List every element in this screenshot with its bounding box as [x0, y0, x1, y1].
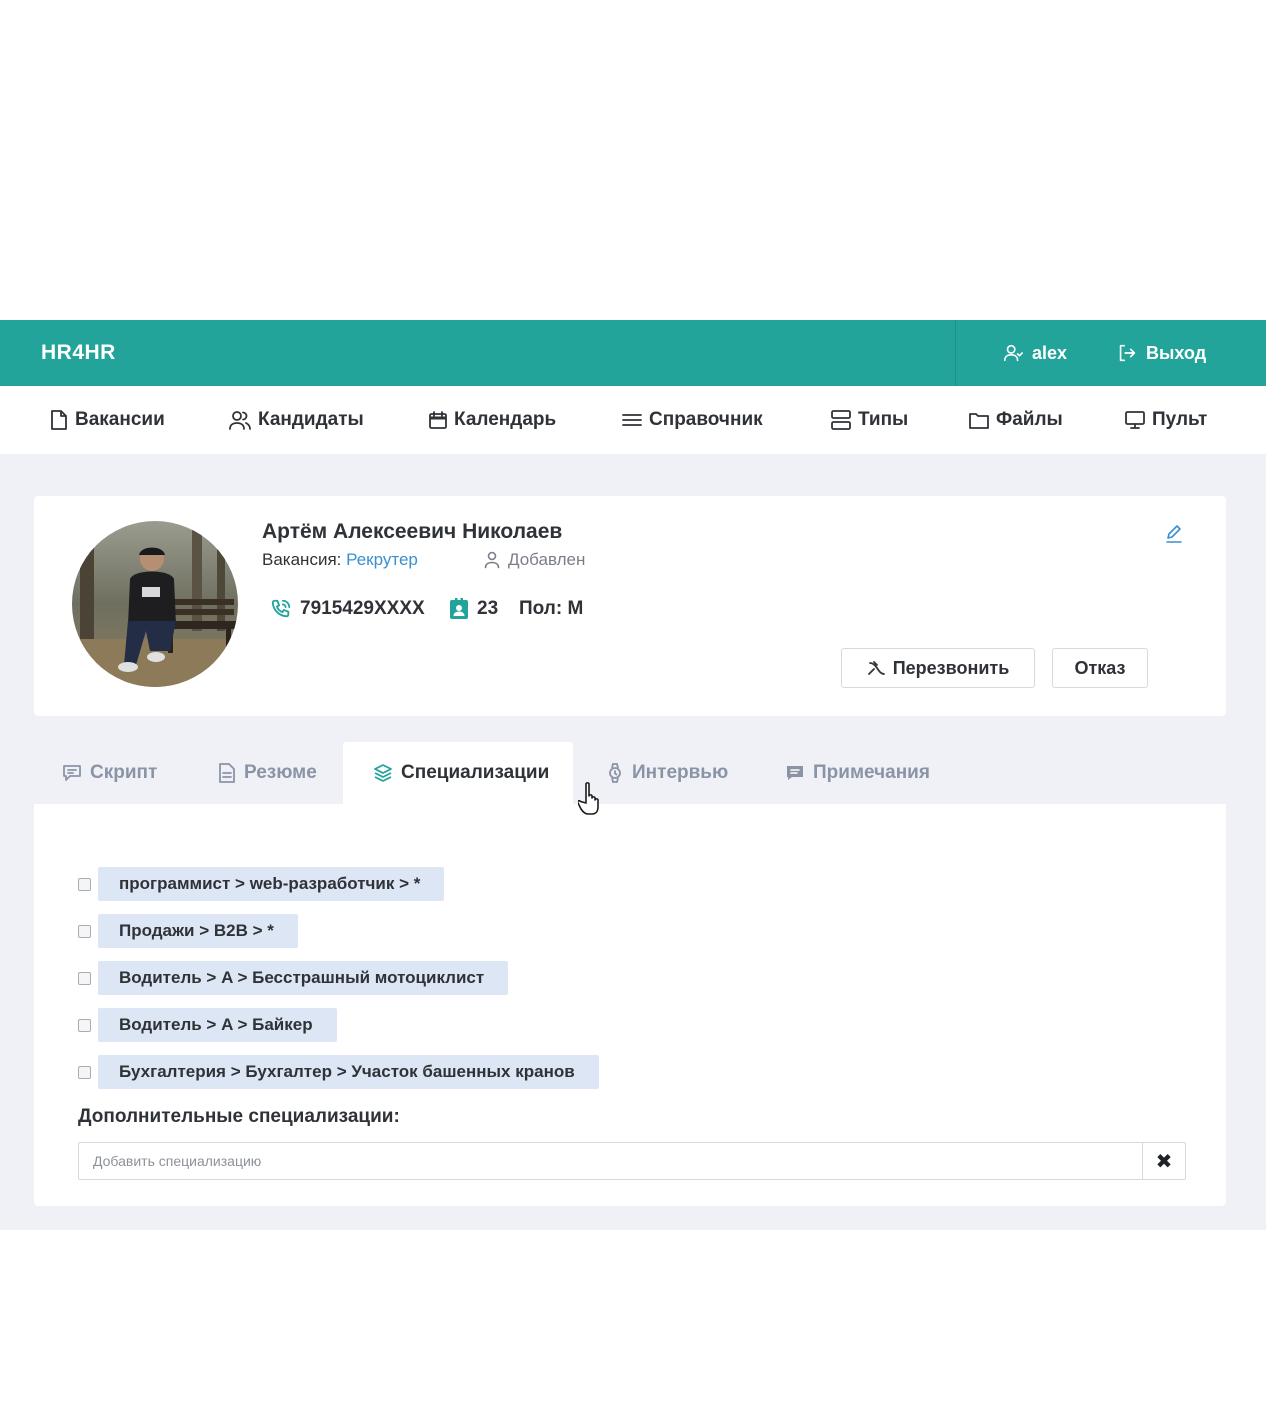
- specialization-checkbox[interactable]: [78, 877, 91, 891]
- list-icon: [621, 410, 643, 430]
- logout-link[interactable]: Выход: [1116, 320, 1206, 386]
- nav-item-vacancies[interactable]: Вакансии: [49, 386, 165, 454]
- status-text: Добавлен: [508, 550, 586, 569]
- specialization-checkbox[interactable]: [78, 1018, 91, 1032]
- server-icon: [830, 409, 852, 431]
- tab-script[interactable]: Скрипт: [62, 742, 157, 804]
- nav-item-dashboard[interactable]: Пульт: [1124, 386, 1207, 454]
- user-name: alex: [1032, 342, 1068, 363]
- nav-item-label: Файлы: [996, 409, 1063, 430]
- document-icon: [49, 409, 69, 431]
- candidate-vacancy: Вакансия: Рекрутер: [262, 550, 418, 570]
- nav-item-files[interactable]: Файлы: [968, 386, 1063, 454]
- candidate-age: 23: [449, 598, 498, 620]
- nav-item-label: Справочник: [649, 409, 763, 430]
- specialization-chip: Бухгалтерия > Бухгалтер > Участок башенн…: [98, 1055, 599, 1089]
- message-square-icon: [785, 764, 805, 782]
- contact-card-icon: [449, 598, 469, 620]
- person-icon: [484, 551, 500, 569]
- phone-icon: [270, 598, 292, 620]
- phone-number: 7915429XXXX: [300, 598, 425, 619]
- nav-item-label: Типы: [858, 409, 909, 430]
- top-bar-divider: [955, 320, 956, 386]
- candidate-avatar: [72, 521, 238, 687]
- brand-logo[interactable]: HR4HR: [41, 320, 116, 386]
- tab-label: Скрипт: [90, 762, 158, 783]
- tab-interview[interactable]: Интервью: [606, 742, 728, 804]
- logout-icon: [1116, 342, 1138, 364]
- close-icon: ✖: [1155, 1150, 1173, 1173]
- nav-item-types[interactable]: Типы: [830, 386, 908, 454]
- watch-icon: [606, 763, 624, 783]
- calendar-icon: [428, 410, 448, 430]
- tab-specializations[interactable]: Специализации: [343, 742, 574, 804]
- candidate-gender: Пол: М: [519, 598, 584, 619]
- specialization-chip: программист > web-разработчик > *: [98, 867, 445, 901]
- specialization-chip: Водитель > A > Бесстрашный мотоциклист: [98, 961, 509, 995]
- monitor-icon: [1124, 409, 1146, 431]
- specialization-item: Водитель > A > Байкер: [78, 1008, 337, 1042]
- specializations-panel: программист > web-разработчик > * Продаж…: [34, 804, 1226, 1206]
- file-text-icon: [218, 763, 236, 783]
- specialization-checkbox[interactable]: [78, 924, 91, 938]
- logout-label: Выход: [1146, 342, 1207, 363]
- clear-input-button[interactable]: ✖: [1142, 1143, 1185, 1179]
- specialization-checkbox[interactable]: [78, 971, 91, 985]
- tab-label: Специализации: [401, 762, 550, 783]
- candidate-card: Артём Алексеевич Николаев Вакансия: Рекр…: [34, 496, 1226, 716]
- nav-item-label: Кандидаты: [258, 409, 364, 430]
- user-icon: [1002, 342, 1024, 364]
- chat-icon: [62, 764, 82, 782]
- pencil-icon: [1164, 524, 1184, 544]
- tab-label: Интервью: [632, 762, 729, 783]
- vacancy-label: Вакансия:: [262, 550, 342, 569]
- nav-item-directory[interactable]: Справочник: [621, 386, 763, 454]
- users-icon: [228, 409, 252, 431]
- reject-button[interactable]: Отказ: [1052, 648, 1148, 688]
- age-value: 23: [477, 598, 499, 619]
- nav-item-label: Пульт: [1152, 409, 1208, 430]
- top-bar: HR4HR alex Выход: [0, 320, 1266, 386]
- candidate-name: Артём Алексеевич Николаев: [262, 520, 563, 543]
- candidate-phone[interactable]: 7915429XXXX: [270, 598, 425, 620]
- add-specialization-input[interactable]: [79, 1143, 1143, 1179]
- specialization-item: Водитель > A > Бесстрашный мотоциклист: [78, 961, 509, 995]
- extra-specializations-label: Дополнительные специализации:: [78, 1106, 400, 1127]
- hand-cursor-icon: [578, 781, 604, 817]
- folder-icon: [968, 410, 990, 430]
- vacancy-link[interactable]: Рекрутер: [346, 550, 418, 569]
- phone-callback-icon: [867, 659, 887, 677]
- layers-icon: [373, 763, 393, 783]
- tab-label: Резюме: [244, 762, 317, 783]
- specialization-item: программист > web-разработчик > *: [78, 867, 445, 901]
- callback-button[interactable]: Перезвонить: [841, 648, 1035, 688]
- specialization-chip: Продажи > B2B > *: [98, 914, 298, 948]
- nav-item-label: Календарь: [454, 409, 557, 430]
- specialization-item: Бухгалтерия > Бухгалтер > Участок башенн…: [78, 1055, 599, 1089]
- tab-resume[interactable]: Резюме: [218, 742, 317, 804]
- specialization-checkbox[interactable]: [78, 1065, 91, 1079]
- callback-label: Перезвонить: [892, 657, 1010, 678]
- main-nav: Вакансии Кандидаты Календарь Справочник …: [0, 386, 1266, 454]
- extra-specializations-field: ✖: [78, 1142, 1186, 1180]
- user-menu-link[interactable]: alex: [1002, 320, 1067, 386]
- nav-item-candidates[interactable]: Кандидаты: [228, 386, 364, 454]
- tab-notes[interactable]: Примечания: [785, 742, 930, 804]
- specialization-item: Продажи > B2B > *: [78, 914, 298, 948]
- nav-item-calendar[interactable]: Календарь: [428, 386, 556, 454]
- reject-label: Отказ: [1074, 657, 1126, 678]
- specialization-chip: Водитель > A > Байкер: [98, 1008, 337, 1042]
- tab-label: Примечания: [813, 762, 930, 783]
- candidate-status: Добавлен: [484, 550, 585, 570]
- edit-candidate-button[interactable]: [1164, 524, 1184, 544]
- nav-item-label: Вакансии: [75, 409, 165, 430]
